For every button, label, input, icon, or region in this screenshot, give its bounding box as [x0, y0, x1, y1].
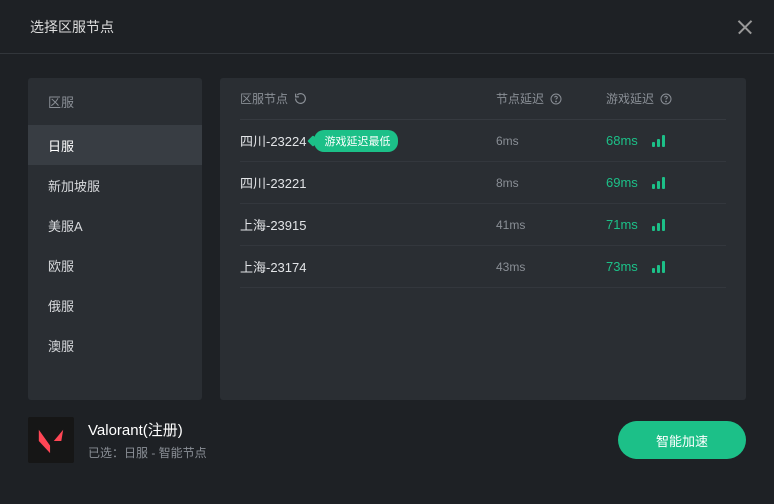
help-icon[interactable]	[660, 93, 672, 105]
game-subtitle: 已选：日服 - 智能节点	[88, 444, 604, 461]
node-name-label: 四川-23221	[240, 173, 306, 192]
help-icon[interactable]	[550, 93, 562, 105]
sidebar-item-label: 俄服	[48, 296, 74, 315]
game-latency-value: 71ms	[606, 217, 638, 232]
dialog-header: 选择区服节点	[0, 0, 774, 54]
node-name-cell: 上海-23915	[240, 215, 496, 234]
node-name-cell: 四川-23221	[240, 173, 496, 192]
region-sidebar: 区服 中服日服新加坡服美服A欧服俄服澳服	[28, 78, 202, 400]
col-head-node-latency-label: 节点延迟	[496, 90, 544, 107]
game-icon	[28, 417, 74, 463]
nodes-body: 四川-23224 游戏延迟最低 6ms68ms 四川-23221 8ms69ms 上海-2…	[240, 120, 726, 288]
sidebar-item-label: 欧服	[48, 256, 74, 275]
game-latency-value: 69ms	[606, 175, 638, 190]
dialog-footer: Valorant(注册) 已选：日服 - 智能节点 智能加速	[0, 400, 774, 480]
col-head-node-latency: 节点延迟	[496, 90, 606, 107]
region-sidebar-title: 区服	[28, 78, 202, 121]
signal-bars-icon	[652, 219, 665, 231]
game-latency-value: 73ms	[606, 259, 638, 274]
sidebar-item-region[interactable]: 新加坡服	[28, 165, 202, 205]
sidebar-item-region[interactable]: 澳服	[28, 325, 202, 365]
refresh-icon[interactable]	[294, 92, 307, 105]
col-head-game-latency-label: 游戏延迟	[606, 90, 654, 107]
sidebar-item-region[interactable]: 日服	[28, 125, 202, 165]
node-row[interactable]: 四川-23224 游戏延迟最低 6ms68ms	[240, 120, 726, 162]
sidebar-item-label: 澳服	[48, 336, 74, 355]
game-latency-cell: 71ms	[606, 217, 726, 232]
sidebar-item-label: 美服A	[48, 216, 83, 235]
sidebar-item-region[interactable]: 欧服	[28, 245, 202, 285]
node-latency-cell: 6ms	[496, 134, 606, 148]
game-latency-cell: 73ms	[606, 259, 726, 274]
node-name-cell: 上海-23174	[240, 257, 496, 276]
node-latency-cell: 43ms	[496, 260, 606, 274]
nodes-panel: 区服节点 节点延迟 游戏延迟	[220, 78, 746, 400]
sidebar-item-label: 日服	[48, 136, 74, 155]
sidebar-item-region[interactable]: 俄服	[28, 285, 202, 325]
game-latency-cell: 69ms	[606, 175, 726, 190]
game-latency-value: 68ms	[606, 133, 638, 148]
sidebar-item-label: 新加坡服	[48, 176, 100, 195]
node-row[interactable]: 四川-23221 8ms69ms	[240, 162, 726, 204]
sidebar-item-region[interactable]: 美服A	[28, 205, 202, 245]
signal-bars-icon	[652, 177, 665, 189]
nodes-head: 区服节点 节点延迟 游戏延迟	[240, 78, 726, 120]
signal-bars-icon	[652, 135, 665, 147]
col-head-node-label: 区服节点	[240, 90, 288, 107]
col-head-game-latency: 游戏延迟	[606, 90, 726, 107]
game-latency-cell: 68ms	[606, 133, 726, 148]
node-latency-cell: 8ms	[496, 176, 606, 190]
game-title: Valorant(注册)	[88, 419, 604, 440]
signal-bars-icon	[652, 261, 665, 273]
node-name-label: 四川-23224	[240, 131, 306, 150]
node-name-label: 上海-23915	[240, 215, 306, 234]
node-name-label: 上海-23174	[240, 257, 306, 276]
close-icon[interactable]	[738, 20, 752, 34]
region-list: 中服日服新加坡服美服A欧服俄服澳服	[28, 121, 202, 400]
col-head-node: 区服节点	[240, 90, 496, 107]
dialog-body: 区服 中服日服新加坡服美服A欧服俄服澳服 区服节点 节点延迟	[0, 54, 774, 400]
node-latency-cell: 41ms	[496, 218, 606, 232]
node-row[interactable]: 上海-23174 43ms73ms	[240, 246, 726, 288]
game-info: Valorant(注册) 已选：日服 - 智能节点	[88, 419, 604, 461]
node-row[interactable]: 上海-23915 41ms71ms	[240, 204, 726, 246]
lowest-latency-badge: 游戏延迟最低	[314, 130, 398, 152]
dialog-title: 选择区服节点	[30, 17, 114, 37]
accelerate-button[interactable]: 智能加速	[618, 421, 746, 459]
node-name-cell: 四川-23224 游戏延迟最低	[240, 130, 496, 152]
